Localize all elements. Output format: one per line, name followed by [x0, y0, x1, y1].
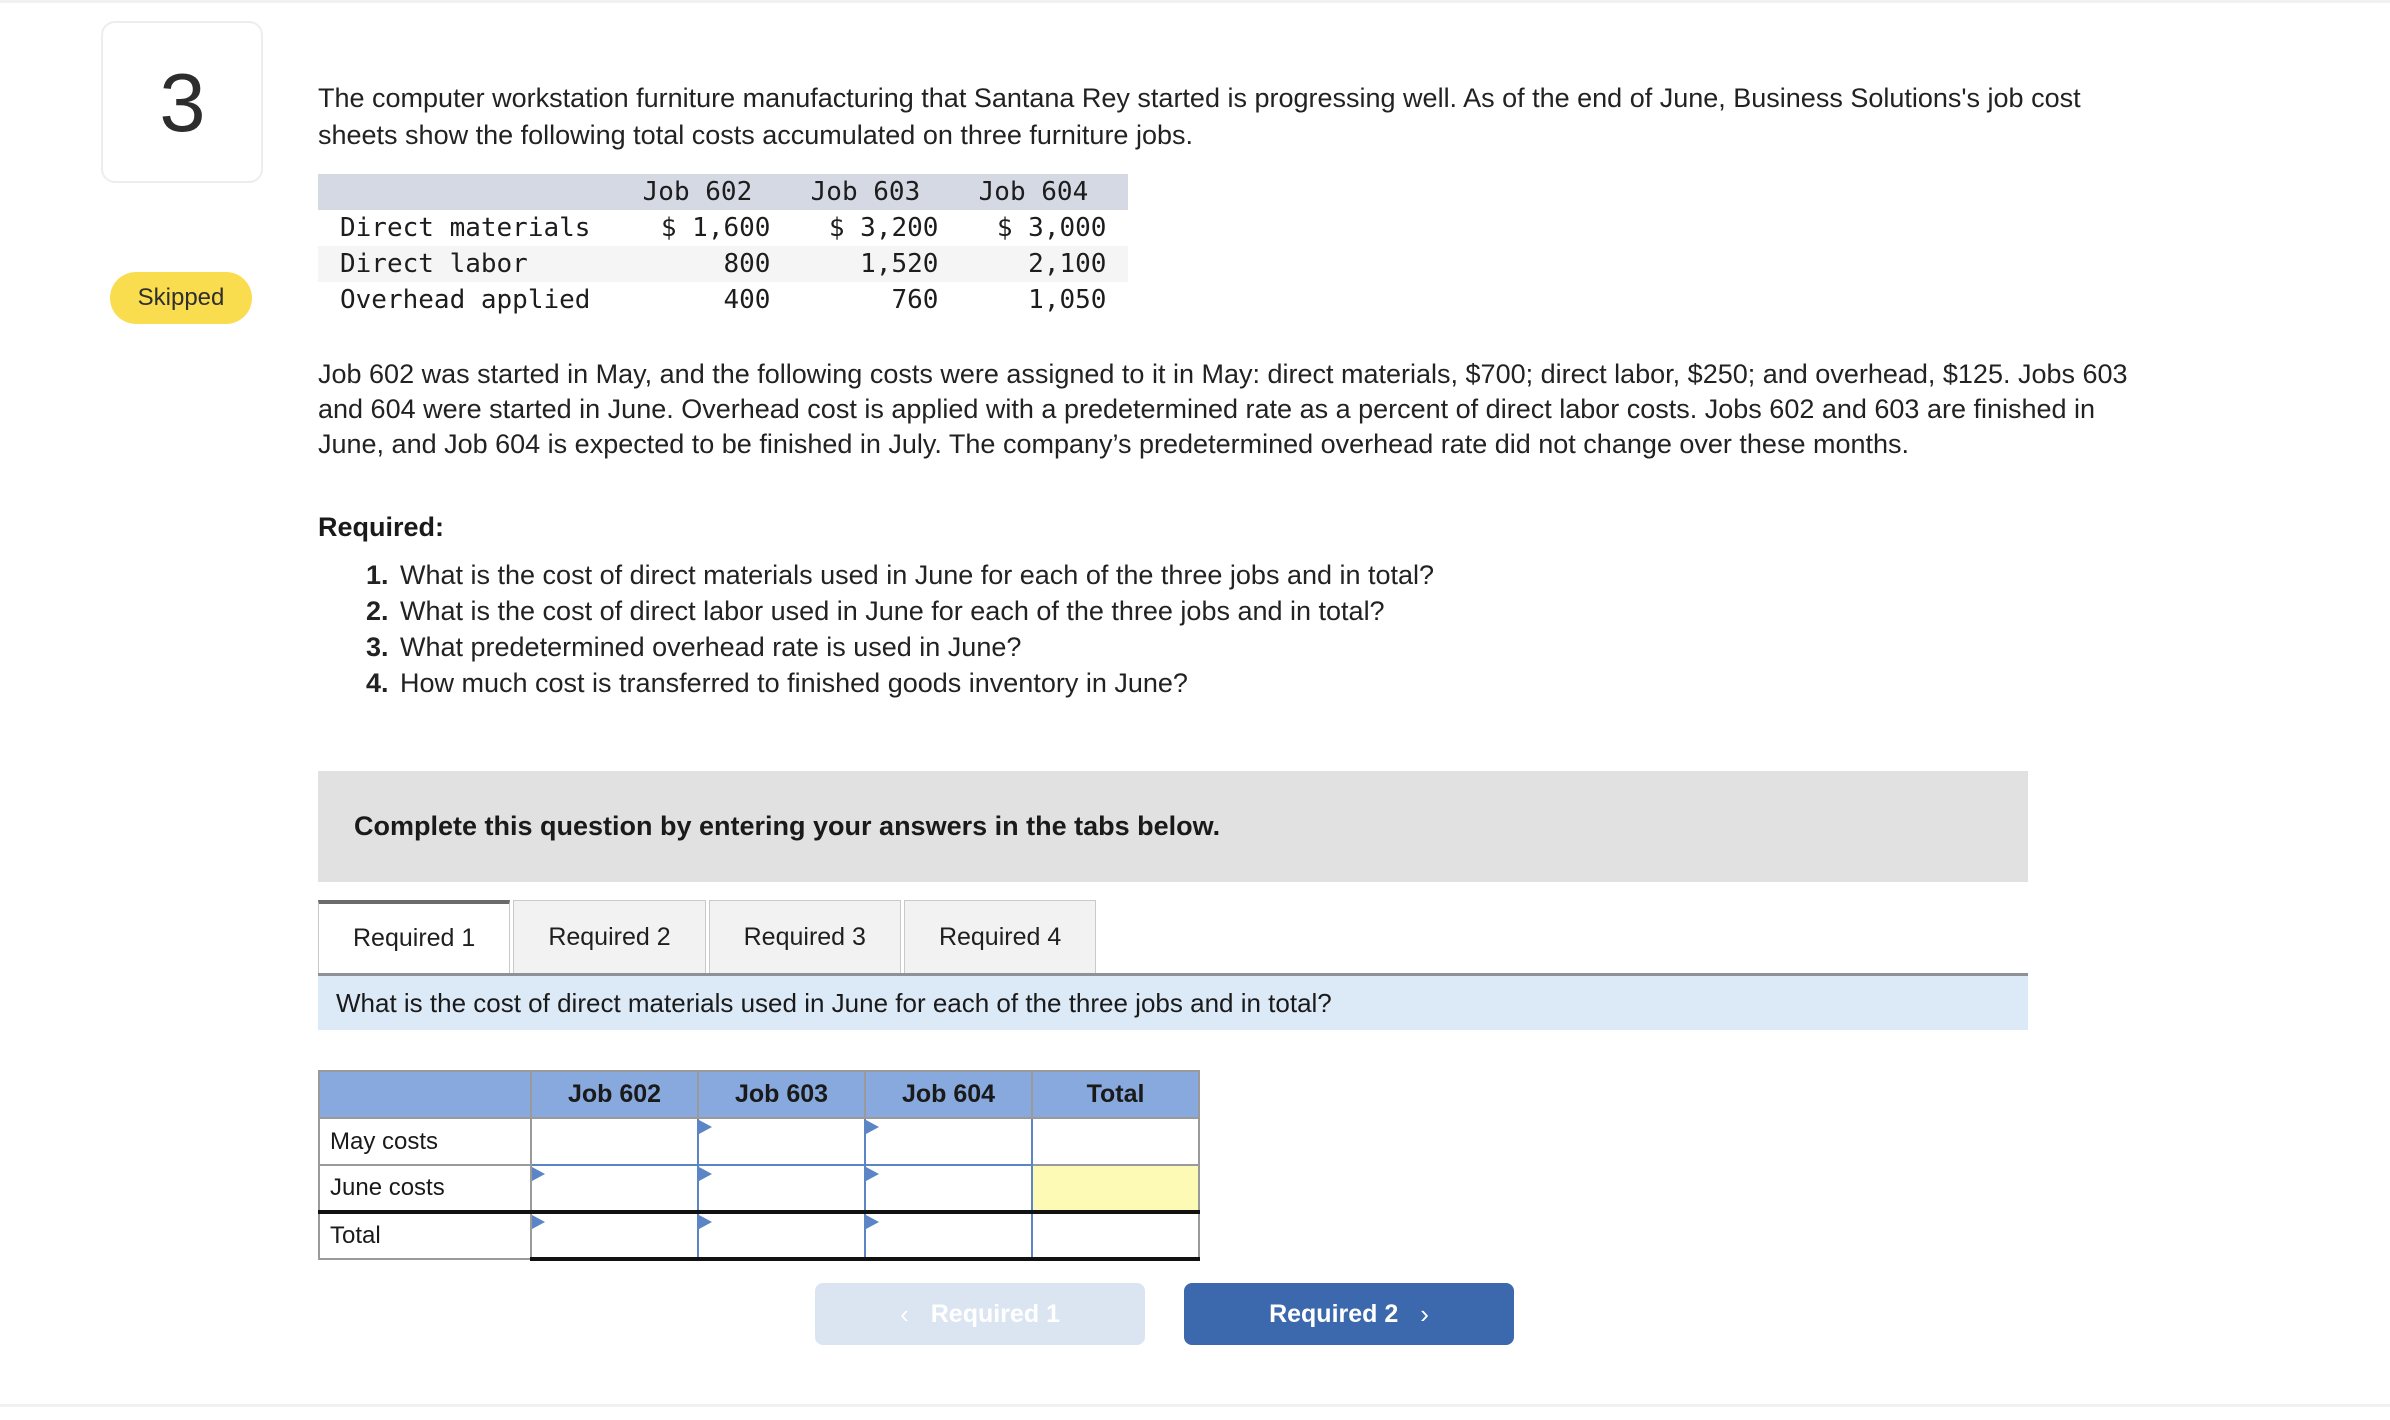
cost-cell: 2,100 [1028, 249, 1107, 279]
cost-table-corner [318, 174, 625, 210]
list-item-text: What is the cost of direct materials use… [400, 560, 1435, 590]
list-item-marker: 1. [366, 560, 389, 590]
output-total-total [1031, 1211, 1200, 1261]
input-june-job603[interactable] [697, 1164, 866, 1214]
job-cost-table: Job 602 Job 603 Job 604 Direct materials… [318, 174, 1129, 318]
required-list: 1. What is the cost of direct materials u… [318, 558, 1434, 702]
tab-label: Required 2 [548, 922, 671, 951]
answer-col-job603: Job 603 [697, 1070, 866, 1119]
output-june-total [1031, 1164, 1200, 1214]
cost-cell: $ 1,600 [660, 213, 771, 243]
question-number-card: 3 [101, 21, 263, 183]
tab-required-1[interactable]: Required 1 [318, 900, 511, 973]
page-bottom-rule [0, 1404, 2390, 1407]
tab-strip: Required 1 Required 2 Required 3 Require… [318, 900, 1099, 973]
answer-col-total: Total [1031, 1070, 1200, 1119]
cost-cell: 800 [723, 249, 771, 279]
chevron-left-icon: ‹ [900, 1298, 909, 1329]
list-item: 4. How much cost is transferred to finish… [366, 666, 1434, 701]
intro-paragraph: The computer workstation furniture manuf… [318, 83, 2081, 150]
list-item: 2. What is the cost of direct labor used … [366, 594, 1434, 629]
cost-cell: 1,050 [1028, 285, 1107, 315]
list-item: 1. What is the cost of direct materials u… [366, 558, 1434, 593]
table-row: May costs [318, 1117, 1200, 1166]
input-may-job603[interactable] [697, 1117, 866, 1166]
cost-row-label: Overhead applied [340, 285, 591, 315]
question-number: 3 [159, 55, 205, 149]
list-item-text: What is the cost of direct labor used in… [400, 596, 1385, 626]
answer-row-label-total: Total [318, 1211, 532, 1260]
list-item-marker: 4. [366, 668, 389, 698]
answer-header-row: Job 602 Job 603 Job 604 Total [318, 1070, 1200, 1119]
list-item-marker: 2. [366, 596, 389, 626]
answer-col-job602: Job 602 [530, 1070, 699, 1119]
status-badge-label: Skipped [137, 284, 225, 311]
cost-cell: $ 3,200 [828, 213, 939, 243]
cost-cell: 1,520 [860, 249, 939, 279]
cost-cell: $ 3,000 [996, 213, 1107, 243]
input-june-job604[interactable] [864, 1164, 1033, 1214]
tab-label: Required 1 [353, 924, 476, 952]
cost-row-label: Direct labor [340, 249, 528, 279]
table-row: Direct materials $ 1,600 $ 3,200 $ 3,000 [318, 210, 1128, 246]
chevron-right-icon: › [1420, 1298, 1429, 1329]
required-heading: Required: [318, 512, 445, 542]
list-item-marker: 3. [366, 632, 389, 662]
cost-table-col-job604: Job 604 [960, 174, 1129, 210]
tab-required-3[interactable]: Required 3 [708, 900, 901, 973]
input-total-job602[interactable] [530, 1211, 699, 1261]
list-item-text: What predetermined overhead rate is used… [400, 632, 1022, 662]
tab-label: Required 4 [938, 922, 1062, 951]
table-header-row: Job 602 Job 603 Job 604 [318, 174, 1129, 210]
list-item-text: How much cost is transferred to finished… [400, 668, 1188, 698]
cost-cell: 760 [891, 285, 939, 315]
instruction-banner: Complete this question by entering your … [318, 771, 2028, 882]
input-total-job604[interactable] [864, 1211, 1033, 1261]
table-row: Overhead applied 400 760 1,050 [318, 282, 1128, 318]
output-may-total [1031, 1117, 1200, 1166]
tab-required-2[interactable]: Required 2 [513, 900, 706, 973]
next-button-label: Required 2 [1269, 1299, 1399, 1328]
question-prompt-bar: What is the cost of direct materials use… [318, 973, 2028, 1030]
question-prompt-text: What is the cost of direct materials use… [336, 987, 1332, 1018]
status-badge: Skipped [110, 272, 252, 324]
body-paragraph: Job 602 was started in May, and the foll… [318, 359, 2128, 459]
input-total-job603[interactable] [697, 1211, 866, 1261]
answer-row-label-june: June costs [318, 1164, 532, 1214]
previous-required-button[interactable]: ‹ Required 1 [815, 1283, 1145, 1345]
table-row: Direct labor 800 1,520 2,100 [318, 246, 1129, 282]
page-top-rule [0, 0, 2390, 3]
tab-label: Required 3 [743, 922, 866, 951]
navigation-buttons: ‹ Required 1 Required 2 › [815, 1283, 1514, 1345]
tab-required-4[interactable]: Required 4 [903, 900, 1097, 973]
table-row: June costs [318, 1164, 1200, 1214]
answer-entry-table: Job 602 Job 603 Job 604 Total May costs … [318, 1070, 1200, 1261]
input-may-job604[interactable] [864, 1117, 1033, 1166]
answer-col-job604: Job 604 [864, 1070, 1033, 1119]
previous-button-label: Required 1 [930, 1299, 1060, 1328]
cost-cell: 400 [723, 285, 771, 315]
instruction-banner-text: Complete this question by entering your … [354, 811, 1221, 841]
answer-row-label-may: May costs [318, 1117, 532, 1166]
input-may-job602[interactable] [530, 1117, 699, 1166]
table-row: Total [318, 1211, 1200, 1261]
cost-table-col-job603: Job 603 [792, 174, 961, 210]
input-june-job602[interactable] [530, 1164, 699, 1214]
answer-table-corner [318, 1070, 532, 1119]
next-required-button[interactable]: Required 2 › [1184, 1283, 1514, 1345]
cost-row-label: Direct materials [340, 213, 591, 243]
cost-table-col-job602: Job 602 [624, 174, 793, 210]
list-item: 3. What predetermined overhead rate is us… [366, 630, 1434, 665]
